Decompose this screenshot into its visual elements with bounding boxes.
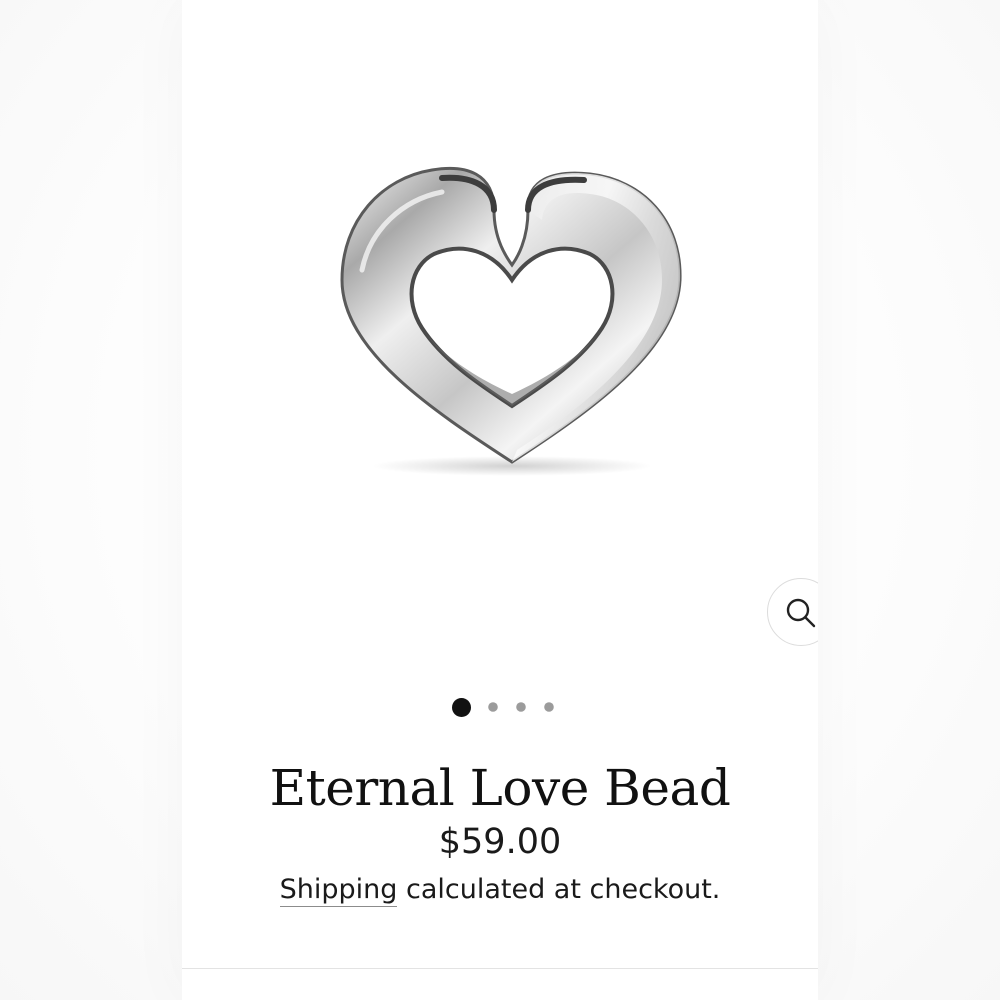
shipping-link[interactable]: Shipping — [279, 874, 398, 907]
divider — [182, 968, 818, 969]
product-info: Eternal Love Bead $59.00 Shipping calcul… — [182, 752, 818, 910]
gallery-dot-1[interactable] — [451, 697, 471, 717]
shipping-note-text: calculated at checkout. — [397, 874, 721, 905]
product-page: Eternal Love Bead $59.00 Shipping calcul… — [182, 0, 818, 1000]
zoom-button[interactable] — [767, 578, 818, 646]
gallery-dot-3[interactable] — [515, 702, 526, 712]
product-gallery[interactable] — [182, 0, 818, 660]
product-title: Eternal Love Bead — [269, 759, 731, 817]
shipping-note: Shipping calculated at checkout. — [182, 870, 818, 910]
heart-bead-image — [340, 166, 682, 476]
product-price: $59.00 — [438, 822, 562, 862]
gallery-pagination — [182, 696, 818, 718]
magnifier-icon — [786, 598, 816, 628]
gallery-dot-2[interactable] — [487, 702, 498, 712]
gallery-dot-4[interactable] — [543, 702, 554, 712]
